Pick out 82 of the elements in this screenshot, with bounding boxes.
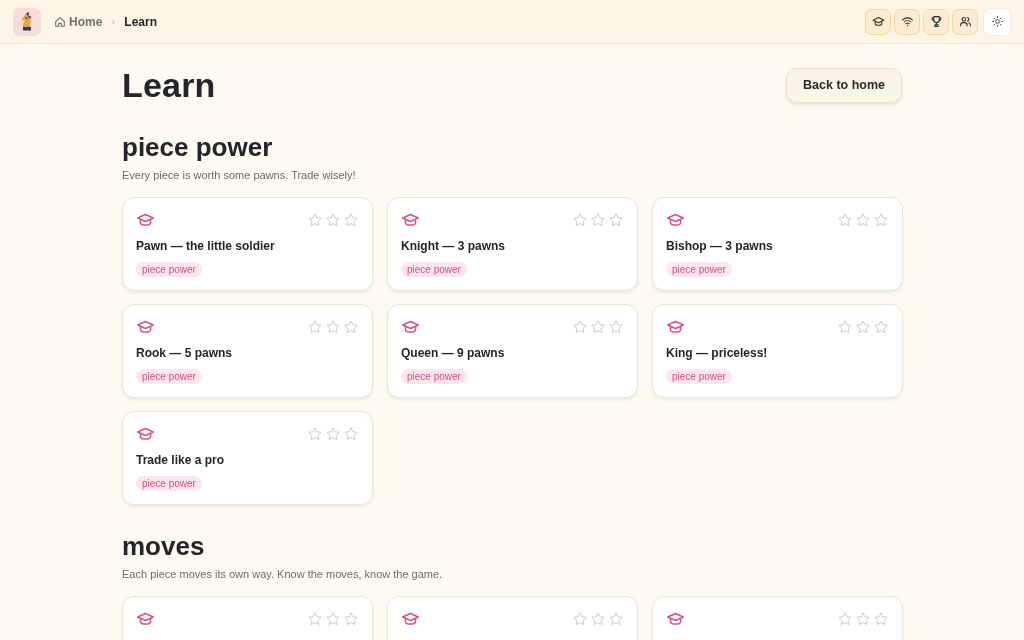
graduation-cap-icon xyxy=(401,213,420,227)
wifi-icon xyxy=(900,15,914,28)
home-icon xyxy=(54,15,66,28)
topic-tag: piece power xyxy=(136,476,202,491)
friends-button[interactable] xyxy=(952,8,978,35)
star-icon xyxy=(590,611,606,627)
star-icon xyxy=(307,212,323,228)
star-icon xyxy=(343,426,359,442)
graduation-cap-icon xyxy=(401,320,420,334)
star-icon xyxy=(855,319,871,335)
lesson-card[interactable]: King — priceless! piece power xyxy=(652,304,903,398)
topic-tag: piece power xyxy=(666,369,732,384)
topic-tag: piece power xyxy=(136,262,202,277)
star-icon xyxy=(325,319,341,335)
star-icon xyxy=(307,611,323,627)
lesson-title: Pawn — the little soldier xyxy=(136,239,276,254)
star-icon xyxy=(325,212,341,228)
graduation-cap-icon xyxy=(136,427,155,441)
star-icon xyxy=(873,319,889,335)
graduation-cap-icon xyxy=(666,213,685,227)
page-title: Learn xyxy=(122,67,216,103)
knight-logo-icon[interactable] xyxy=(13,7,41,36)
star-icon xyxy=(572,319,588,335)
trophy-button[interactable] xyxy=(923,8,949,35)
section-description: Each piece moves its own way. Know the moves, know the game. xyxy=(122,567,444,581)
online-button[interactable] xyxy=(894,8,920,35)
topic-tag: piece power xyxy=(401,369,467,384)
theme-toggle-button[interactable] xyxy=(983,7,1011,36)
star-icon xyxy=(608,319,624,335)
topic-tag: piece power xyxy=(401,262,467,277)
star-icon xyxy=(873,611,889,627)
graduation-cap-icon xyxy=(871,15,885,28)
section-heading: piece power xyxy=(122,132,274,162)
star-icon xyxy=(837,611,853,627)
star-icon xyxy=(307,426,323,442)
star-icon xyxy=(590,212,606,228)
lesson-card[interactable]: Trade like a pro piece power xyxy=(122,411,373,505)
breadcrumb-current: Learn xyxy=(124,14,158,29)
lesson-title: King — priceless! xyxy=(666,346,769,361)
graduation-cap-icon xyxy=(136,612,155,626)
graduation-cap-icon xyxy=(401,612,420,626)
lessons-button[interactable] xyxy=(865,8,891,35)
back-button[interactable]: Back to home xyxy=(786,67,902,103)
star-icon xyxy=(572,611,588,627)
section-heading: moves xyxy=(122,531,206,561)
star-icon xyxy=(855,212,871,228)
section-description: Every piece is worth some pawns. Trade wisely! xyxy=(122,168,357,182)
home-link[interactable]: Home xyxy=(54,14,103,29)
star-icon xyxy=(325,611,341,627)
lesson-card[interactable]: Bishop — 3 pawns piece power xyxy=(652,197,903,291)
star-icon xyxy=(837,319,853,335)
star-icon xyxy=(343,611,359,627)
graduation-cap-icon xyxy=(666,612,685,626)
star-icon xyxy=(590,319,606,335)
chevron-icon xyxy=(109,17,118,26)
topic-tag: piece power xyxy=(666,262,732,277)
lesson-card[interactable]: Knight — 3 pawns piece power xyxy=(387,197,638,291)
users-icon xyxy=(958,15,972,28)
lesson-title: Bishop — 3 pawns xyxy=(666,239,774,254)
topic-tag: piece power xyxy=(136,369,202,384)
star-icon xyxy=(307,319,323,335)
lesson-title: Queen — 9 pawns xyxy=(401,346,506,361)
star-icon xyxy=(608,611,624,627)
star-icon xyxy=(343,319,359,335)
star-icon xyxy=(343,212,359,228)
star-icon xyxy=(608,212,624,228)
star-icon xyxy=(855,611,871,627)
lesson-card[interactable]: Rook — 5 pawns piece power xyxy=(122,304,373,398)
graduation-cap-icon xyxy=(136,213,155,227)
lesson-title: Trade like a pro xyxy=(136,453,226,468)
graduation-cap-icon xyxy=(136,320,155,334)
star-icon xyxy=(572,212,588,228)
graduation-cap-icon xyxy=(666,320,685,334)
sun-icon xyxy=(990,15,1004,28)
star-icon xyxy=(325,426,341,442)
lesson-card[interactable]: Queen — 9 pawns piece power xyxy=(387,304,638,398)
star-icon xyxy=(873,212,889,228)
lesson-card[interactable]: Pawn — the little soldier piece power xyxy=(122,197,373,291)
star-icon xyxy=(837,212,853,228)
trophy-icon xyxy=(929,15,943,28)
lesson-title: Rook — 5 pawns xyxy=(136,346,234,361)
lesson-title: Knight — 3 pawns xyxy=(401,239,506,254)
